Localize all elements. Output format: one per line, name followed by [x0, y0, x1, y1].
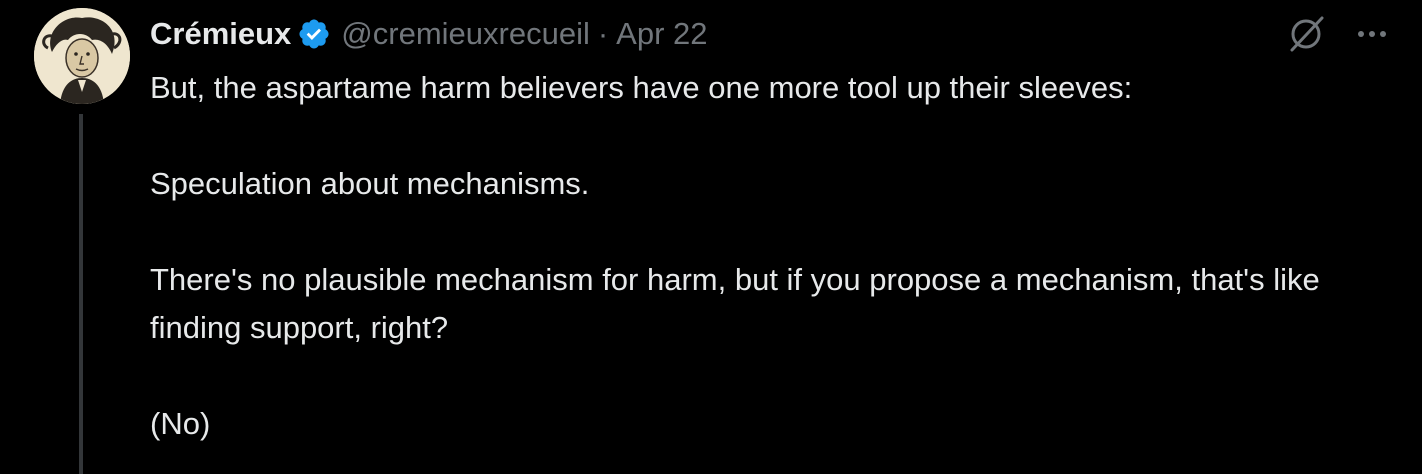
more-options-icon[interactable] — [1352, 14, 1392, 54]
verified-badge-icon[interactable] — [297, 17, 331, 51]
tweet-paragraph: But, the aspartame harm believers have o… — [150, 70, 1133, 105]
tweet-header: Crémieux @cremieuxrecueil · Apr 22 — [150, 12, 708, 56]
tweet-paragraph: Speculation about mechanisms. — [150, 166, 590, 201]
handle[interactable]: @cremieuxrecueil — [341, 16, 590, 52]
thread-line — [79, 114, 83, 474]
tweet[interactable]: Crémieux @cremieuxrecueil · Apr 22 But, … — [0, 0, 1422, 474]
avatar[interactable] — [34, 8, 130, 104]
display-name[interactable]: Crémieux — [150, 16, 291, 52]
tweet-text: But, the aspartame harm believers have o… — [150, 64, 1400, 448]
tweet-paragraph: There's no plausible mechanism for harm,… — [150, 262, 1320, 345]
grok-icon[interactable] — [1286, 14, 1326, 54]
tweet-paragraph: (No) — [150, 406, 211, 441]
timestamp[interactable]: Apr 22 — [616, 16, 707, 52]
separator-dot: · — [597, 16, 609, 51]
